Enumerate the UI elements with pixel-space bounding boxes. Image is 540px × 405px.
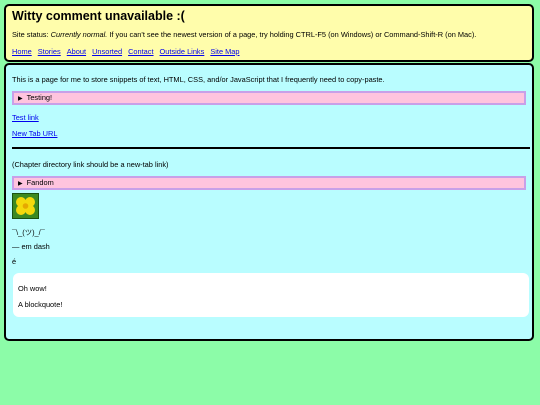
blockquote-line: A blockquote! — [18, 300, 63, 309]
em-dash-text: — em dash — [12, 242, 50, 251]
status-note: If you can't see the newest version of a… — [107, 30, 477, 39]
disclosure-triangle-icon: ▶ — [18, 181, 23, 187]
nav-link-unsorted[interactable]: Unsorted — [92, 47, 122, 56]
nav-link-about[interactable]: About — [67, 47, 86, 56]
nav-link-site-map[interactable]: Site Map — [210, 47, 239, 56]
chapter-note: (Chapter directory link should be a new-… — [12, 160, 169, 169]
nav-link-outside-links[interactable]: Outside Links — [160, 47, 205, 56]
intro-text: This is a page for me to store snippets … — [12, 75, 385, 84]
site-title: Witty comment unavailable :( — [12, 9, 185, 23]
details-fandom-label: Fandom — [26, 178, 54, 187]
nav-bar: Home Stories About Unsorted Contact Outside L… — [12, 47, 246, 56]
blockquote: Oh wow! A blockquote! — [13, 273, 529, 317]
test-link[interactable]: Test link — [12, 113, 39, 122]
status-label: Site status: — [12, 30, 51, 39]
status-value: Currently normal. — [50, 30, 108, 39]
nav-link-contact[interactable]: Contact — [128, 47, 153, 56]
flower-image — [12, 193, 39, 219]
details-testing[interactable]: ▶ Testing! — [12, 91, 526, 105]
details-fandom[interactable]: ▶ Fandom — [12, 176, 526, 190]
e-acute-text: é — [12, 257, 17, 266]
main-content: This is a page for me to store snippets … — [4, 63, 534, 341]
site-header: Witty comment unavailable :( Site status… — [4, 4, 534, 62]
details-testing-label: Testing! — [26, 93, 53, 102]
blockquote-line: Oh wow! — [18, 284, 47, 293]
nav-link-stories[interactable]: Stories — [38, 47, 61, 56]
new-tab-link[interactable]: New Tab URL — [12, 129, 57, 138]
horizontal-rule — [12, 147, 530, 149]
nav-link-home[interactable]: Home — [12, 47, 32, 56]
disclosure-triangle-icon: ▶ — [18, 96, 23, 102]
shrug-text: ¯\_(ツ)_/¯ — [12, 228, 45, 237]
flower-icon — [13, 194, 38, 218]
site-status: Site status: Currently normal. If you ca… — [12, 30, 476, 39]
